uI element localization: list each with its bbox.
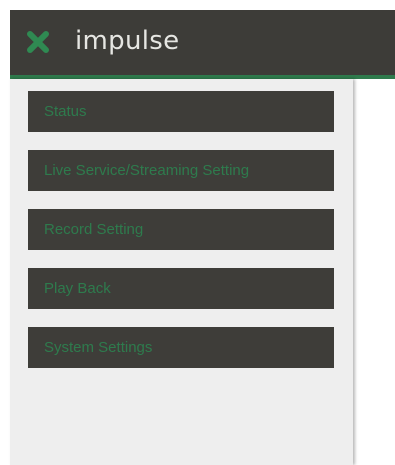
sidebar-item-play-back[interactable]: Play Back <box>28 268 334 309</box>
sidebar-menu: Status Live Service/Streaming Setting Re… <box>10 79 353 465</box>
close-icon[interactable] <box>25 29 51 55</box>
app-header: impulse <box>10 10 395 75</box>
sidebar-item-live-service-streaming-setting[interactable]: Live Service/Streaming Setting <box>28 150 334 191</box>
app-title: impulse <box>75 26 180 56</box>
app-window: impulse Status Live Service/Streaming Se… <box>0 0 395 465</box>
sidebar-item-record-setting[interactable]: Record Setting <box>28 209 334 250</box>
sidebar-item-system-settings[interactable]: System Settings <box>28 327 334 368</box>
sidebar-item-status[interactable]: Status <box>28 91 334 132</box>
